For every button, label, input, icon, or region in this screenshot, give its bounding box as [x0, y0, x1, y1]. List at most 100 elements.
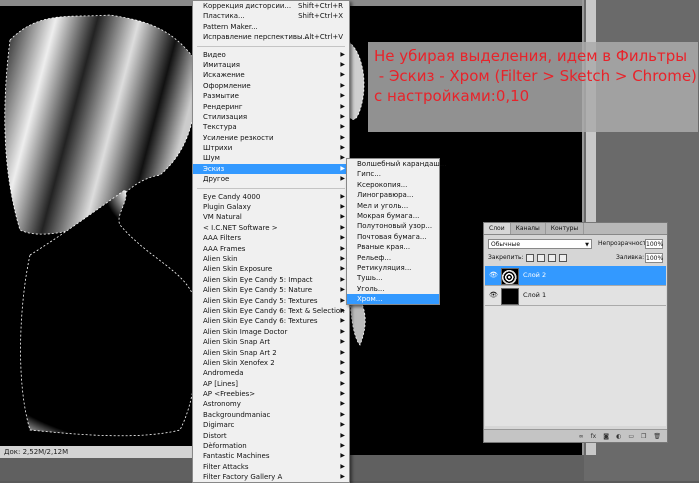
menu-item-plugin[interactable]: AAA Frames ▶ [193, 244, 349, 254]
submenu-item-sketch[interactable]: Хром... [347, 294, 439, 305]
menu-item-label: Видео [203, 50, 226, 59]
submenu-item-sketch[interactable]: Волшебный карандаш... [347, 159, 447, 169]
menu-item-plugin[interactable]: Alien Skin Xenofex 2 ▶ [193, 358, 349, 368]
menu-item-liquify[interactable]: Пластика... Shift+Ctrl+X [193, 11, 349, 21]
chevron-right-icon: ▶ [340, 317, 345, 325]
menu-item-plugin[interactable]: Filter Factory Gallery A ▶ [193, 472, 349, 482]
submenu-item-sketch[interactable]: Тушь... [347, 273, 439, 283]
menu-item-label: AAA Filters [203, 234, 241, 243]
menu-item-plugin[interactable]: AAA Filters ▶ [193, 233, 349, 243]
menu-item-plugin[interactable]: Alien Skin Exposure ▶ [193, 264, 349, 274]
tutorial-annotation: Не убирая выделения, идем в Фильтры - Эс… [368, 42, 698, 132]
eye-icon[interactable]: 👁 [489, 291, 498, 299]
menu-item-plugin[interactable]: Digimarc ▶ [193, 420, 349, 430]
opacity-field[interactable]: 100% [645, 239, 663, 249]
lock-all-icon[interactable] [559, 254, 567, 262]
chevron-right-icon: ▶ [340, 452, 345, 460]
menu-item-plugin[interactable]: Alien Skin Eye Candy 5: Nature ▶ [193, 285, 349, 295]
menu-separator [197, 45, 345, 47]
menu-item-label: Шум [203, 154, 220, 163]
eye-icon[interactable]: 👁 [489, 271, 498, 279]
submenu-item-sketch[interactable]: Полутоновый узор... [347, 221, 439, 231]
menu-item-plugin[interactable]: Andromeda ▶ [193, 368, 349, 378]
tab-paths[interactable]: Контуры [546, 223, 585, 234]
menu-item-category[interactable]: Рендеринг ▶ [193, 102, 349, 112]
menu-item-plugin[interactable]: Alien Skin Eye Candy 6: Text & Selection… [193, 306, 349, 316]
menu-item-category[interactable]: Имитация ▶ [193, 60, 349, 70]
menu-item-plugin[interactable]: AP <Freebies> ▶ [193, 389, 349, 399]
menu-item-plugin[interactable]: Alien Skin Eye Candy 6: Textures ▶ [193, 316, 349, 326]
menu-item-label: Alien Skin Eye Candy 6: Textures [203, 317, 318, 326]
submenu-item-sketch[interactable]: Мел и уголь... [347, 201, 439, 211]
submenu-item-sketch[interactable]: Ретикуляция... [347, 263, 439, 273]
chevron-right-icon: ▶ [340, 296, 345, 304]
tab-channels[interactable]: Каналы [511, 223, 546, 234]
fx-icon[interactable]: fx [591, 433, 597, 440]
chevron-right-icon: ▶ [340, 92, 345, 100]
menu-item-plugin[interactable]: Alien Skin Snap Art 2 ▶ [193, 348, 349, 358]
submenu-item-sketch[interactable]: Рельеф... [347, 253, 439, 263]
submenu-item-sketch[interactable]: Линогравюра... [347, 190, 439, 200]
menu-item-category[interactable]: Штрихи ▶ [193, 143, 349, 153]
layer-thumbnail [501, 288, 519, 305]
menu-item-category[interactable]: Другое ▶ [193, 174, 349, 184]
fill-field[interactable]: 100% [645, 253, 663, 263]
link-icon[interactable]: ∞ [579, 433, 584, 440]
layer-list: 👁 Слой 2 👁 Слой 1 [485, 266, 666, 426]
menu-item-plugin[interactable]: Dèformation ▶ [193, 441, 349, 451]
layer-row-1[interactable]: 👁 Слой 1 [485, 286, 666, 306]
menu-item-plugin[interactable]: VM Natural ▶ [193, 212, 349, 222]
chevron-right-icon: ▶ [340, 254, 345, 262]
submenu-item-sketch[interactable]: Рваные края... [347, 242, 439, 252]
menu-item-plugin[interactable]: Eye Candy 4000 ▶ [193, 192, 349, 202]
blend-mode-select[interactable]: Обычные ▼ [488, 239, 592, 249]
menu-item-category[interactable]: Текстура ▶ [193, 122, 349, 132]
menu-item-plugin[interactable]: Backgroundmaniac ▶ [193, 410, 349, 420]
menu-item-label: VM Natural [203, 213, 242, 222]
menu-item-vanishing-point[interactable]: Исправление перспективы... Alt+Ctrl+V [193, 32, 349, 42]
submenu-item-sketch[interactable]: Уголь... [347, 284, 439, 294]
submenu-item-sketch[interactable]: Мокрая бумага... [347, 211, 439, 221]
adjustment-icon[interactable]: ◐ [616, 433, 621, 440]
menu-item-plugin[interactable]: < I.C.NET Software > ▶ [193, 223, 349, 233]
menu-item-plugin[interactable]: Alien Skin Eye Candy 5: Textures ▶ [193, 296, 349, 306]
submenu-item-sketch[interactable]: Гипс... [347, 169, 439, 179]
menu-item-category[interactable]: Усиление резкости ▶ [193, 133, 349, 143]
menu-item-label: Другое [203, 175, 230, 184]
trash-icon[interactable]: 🗑 [653, 433, 661, 440]
tab-layers[interactable]: Слои [484, 223, 511, 234]
menu-item-category[interactable]: Оформление ▶ [193, 81, 349, 91]
mask-icon[interactable]: ◙ [603, 433, 609, 440]
menu-item-pattern-maker[interactable]: Pattern Maker... [193, 22, 349, 32]
menu-item-category[interactable]: Размытие ▶ [193, 91, 349, 101]
menu-item-category[interactable]: Искажение ▶ [193, 70, 349, 80]
menu-item-plugin[interactable]: Alien Skin Snap Art ▶ [193, 337, 349, 347]
menu-item-label: Fantastic Machines [203, 452, 270, 461]
menu-item-category[interactable]: Эскиз ▶ [193, 163, 349, 175]
menu-item-plugin[interactable]: Alien Skin Eye Candy 5: Impact ▶ [193, 275, 349, 285]
submenu-item-sketch[interactable]: Ксерокопия... [347, 180, 439, 190]
menu-separator [197, 187, 345, 189]
menu-item-plugin[interactable]: Filter Attacks ▶ [193, 462, 349, 472]
menu-item-plugin[interactable]: Astronomy ▶ [193, 399, 349, 409]
new-layer-icon[interactable]: ❐ [641, 433, 646, 440]
menu-item-lens-correction[interactable]: Коррекция дисторсии... Shift+Ctrl+R [193, 1, 349, 11]
layer-row-2[interactable]: 👁 Слой 2 [485, 266, 666, 286]
menu-item-plugin[interactable]: Fantastic Machines ▶ [193, 451, 349, 461]
chevron-right-icon: ▶ [340, 390, 345, 398]
submenu-item-sketch[interactable]: Почтовая бумага... [347, 232, 439, 242]
menu-item-plugin[interactable]: AP [Lines] ▶ [193, 379, 349, 389]
menu-item-plugin[interactable]: Alien Skin ▶ [193, 254, 349, 264]
folder-icon[interactable]: ▭ [628, 433, 634, 440]
lock-position-icon[interactable] [548, 254, 556, 262]
menu-item-plugin[interactable]: Distort ▶ [193, 431, 349, 441]
menu-item-category[interactable]: Шум ▶ [193, 153, 349, 163]
menu-item-label: Astronomy [203, 400, 241, 409]
annotation-line-3: с настройками:0,10 [374, 87, 530, 105]
menu-item-plugin[interactable]: Plugin Galaxy ▶ [193, 202, 349, 212]
menu-item-plugin[interactable]: Alien Skin Image Doctor ▶ [193, 327, 349, 337]
menu-item-category[interactable]: Стилизация ▶ [193, 112, 349, 122]
lock-pixels-icon[interactable] [537, 254, 545, 262]
lock-transparency-icon[interactable] [526, 254, 534, 262]
menu-item-category[interactable]: Видео ▶ [193, 50, 349, 60]
